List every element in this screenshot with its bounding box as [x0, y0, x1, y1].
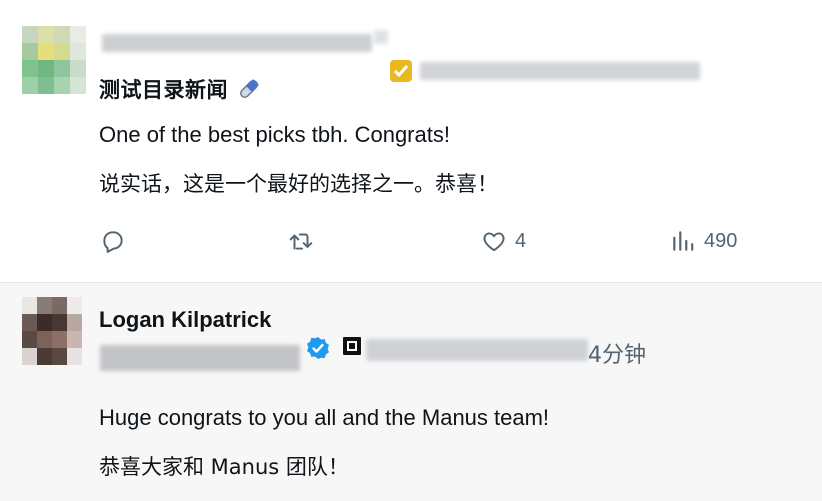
- affiliate-square-icon: [343, 337, 361, 355]
- reply-icon: [103, 231, 123, 253]
- tweet-actions: 4 490: [0, 228, 822, 264]
- tweet-translation: 恭喜大家和 Manus 团队！: [99, 455, 349, 479]
- views-count: 490: [704, 229, 738, 252]
- tweet-translation: 说实话，这是一个最好的选择之一。恭喜！: [99, 172, 498, 196]
- display-name[interactable]: 测试目录新闻: [99, 74, 228, 104]
- blurred-handle: [420, 62, 700, 80]
- display-name[interactable]: Logan Kilpatrick: [99, 307, 271, 333]
- tweet-text: Huge congrats to you all and the Manus t…: [99, 405, 550, 430]
- avatar[interactable]: [22, 26, 86, 94]
- views-button[interactable]: 490: [670, 228, 737, 254]
- retweet-icon: [289, 233, 313, 250]
- pill-icon: [240, 79, 259, 98]
- timestamp[interactable]: 4分钟: [588, 337, 646, 369]
- like-button[interactable]: 4: [481, 228, 526, 254]
- blurred-header: [102, 34, 372, 52]
- blurred-handle: [100, 345, 300, 371]
- tweet-1[interactable]: 测试目录新闻 One of the best picks tbh. Congra…: [0, 0, 822, 280]
- blurred-header: [374, 30, 388, 44]
- like-icon: [483, 232, 505, 252]
- tweet-text: One of the best picks tbh. Congrats!: [99, 122, 450, 147]
- gold-badge-icon: [390, 60, 412, 82]
- avatar[interactable]: [22, 297, 82, 365]
- tweet-2[interactable]: Logan Kilpatrick 4分钟 Huge congrats to yo…: [0, 282, 822, 501]
- blurred-handle: [366, 339, 588, 361]
- retweet-button[interactable]: [288, 228, 322, 254]
- like-count: 4: [515, 229, 527, 252]
- verified-badge-icon: [307, 337, 329, 359]
- reply-button[interactable]: [100, 228, 134, 254]
- views-icon: [673, 231, 694, 251]
